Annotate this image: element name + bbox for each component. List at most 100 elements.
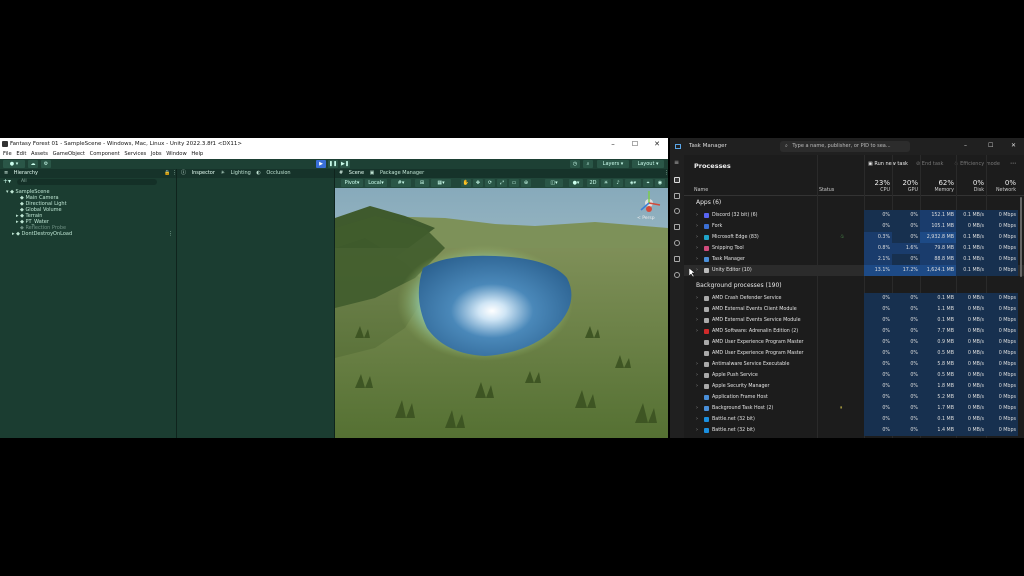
minimize-button[interactable]: – xyxy=(964,142,967,149)
menu-edit[interactable]: Edit xyxy=(16,150,26,159)
tab-hierarchy[interactable]: ≡ Hierarchy xyxy=(4,169,38,178)
grid-snap-button[interactable]: #▾ xyxy=(391,179,411,187)
process-row[interactable]: › Unity Editor (10) 13.1% 17.2% 1,624.1 MB 0.… xyxy=(684,265,1024,276)
scene-view-options-button[interactable]: ◫▾ xyxy=(545,179,563,187)
hand-tool-icon[interactable]: ✋ xyxy=(461,179,471,187)
process-row[interactable]: AMD User Experience Program Master 0% 0% 0.… xyxy=(684,337,1024,348)
expand-chevron-icon[interactable]: › xyxy=(696,425,698,436)
expand-chevron-icon[interactable]: › xyxy=(696,370,698,381)
col-gpu-pct[interactable]: 20% xyxy=(892,179,918,187)
process-row[interactable]: › AMD External Events Client Module 0% 0% 1.… xyxy=(684,304,1024,315)
shading-mode-button[interactable]: ●▾ xyxy=(569,179,583,187)
col-status[interactable]: Status xyxy=(819,188,834,193)
layers-dropdown[interactable]: Layers ▾ xyxy=(597,160,629,168)
menu-jobs[interactable]: Jobs xyxy=(151,150,162,159)
nav-services-icon[interactable] xyxy=(674,272,680,278)
nav-startup-apps-icon[interactable] xyxy=(674,224,680,230)
process-row[interactable]: › Apple Security Manager 0% 0% 1.8 MB 0 MB/s 0… xyxy=(684,381,1024,392)
menu-services[interactable]: Services xyxy=(124,150,146,159)
menu-component[interactable]: Component xyxy=(90,150,120,159)
process-row[interactable]: › Task Manager 2.1% 0% 88.8 MB 0.1 MB/s 0 Mbps xyxy=(684,254,1024,265)
background-section-header[interactable]: Background processes (190) xyxy=(696,282,782,289)
process-row[interactable]: Application Frame Host 0% 0% 5.2 MB 0 MB/s 0 … xyxy=(684,392,1024,403)
expand-chevron-icon[interactable]: › xyxy=(696,304,698,315)
persp-label[interactable]: < Persp xyxy=(637,216,655,221)
history-icon[interactable]: ◷ xyxy=(570,160,580,168)
col-name[interactable]: Name xyxy=(694,188,708,193)
tm-search-input[interactable]: ⌕ Type a name, publisher, or PID to sea.… xyxy=(780,141,910,152)
nav-processes-icon[interactable] xyxy=(674,177,680,183)
account-button[interactable]: ● ▾ xyxy=(3,160,25,168)
expand-chevron-icon[interactable]: › xyxy=(696,326,698,337)
col-cpu-pct[interactable]: 23% xyxy=(864,179,890,187)
pivot-dropdown[interactable]: Pivot▾ xyxy=(341,179,363,187)
search-icon[interactable]: ⌕ xyxy=(583,160,593,168)
process-row[interactable]: › Snipping Tool 0.8% 1.6% 79.8 MB 0.1 MB/s 0 M… xyxy=(684,243,1024,254)
expand-chevron-icon[interactable]: › xyxy=(696,254,698,265)
scene-viewport[interactable]: < Persp xyxy=(335,188,668,438)
process-row[interactable]: › Microsoft Edge (83) 0.3% 0% 2,932.8 MB 0.1 … xyxy=(684,232,1024,243)
process-row[interactable]: › AMD Software: Adrenalin Edition (2) 0% 0%… xyxy=(684,326,1024,337)
more-options-icon[interactable]: ⋯ xyxy=(1010,160,1016,167)
maximize-button[interactable]: ☐ xyxy=(624,138,646,150)
increment-snap-button[interactable]: ▦▾ xyxy=(431,179,451,187)
expand-chevron-icon[interactable]: › xyxy=(696,359,698,370)
maximize-button[interactable]: ☐ xyxy=(988,142,993,149)
nav-details-icon[interactable] xyxy=(674,256,680,262)
more-icon[interactable]: ⋮ xyxy=(664,169,668,178)
process-row[interactable]: › Battle.net (32 bit) 0% 0% 1.4 MB 0 MB/s 0 Mb… xyxy=(684,425,1024,436)
process-row[interactable]: › Background Task Host (2) 0% 0% 1.7 MB 0 MB/… xyxy=(684,403,1024,414)
process-row[interactable]: › Apple Push Service 0% 0% 0.5 MB 0 MB/s 0 Mbp… xyxy=(684,370,1024,381)
process-row[interactable]: AMD User Experience Program Master 0% 0% 0.… xyxy=(684,348,1024,359)
scrollbar-thumb[interactable] xyxy=(1020,197,1022,277)
col-memory[interactable]: Memory xyxy=(920,188,954,193)
col-cpu[interactable]: CPU xyxy=(864,188,890,193)
process-row[interactable]: › Battle.net (32 bit) 0% 0% 0.1 MB 0 MB/s 0 Mb… xyxy=(684,414,1024,425)
close-button[interactable]: ✕ xyxy=(1011,142,1016,149)
hierarchy-item-dontdestroy[interactable]: ▸ ◆ DontDestroyOnLoad ⋮ xyxy=(0,231,176,237)
scene-gizmo[interactable] xyxy=(636,190,662,216)
nav-users-icon[interactable] xyxy=(674,240,680,246)
expand-chevron-icon[interactable]: › xyxy=(696,221,698,232)
gizmos-button[interactable]: ◉ xyxy=(655,179,665,187)
more-icon[interactable]: ⋮ xyxy=(168,231,173,237)
process-row[interactable]: › AMD Crash Defender Service 0% 0% 0.1 MB 0 M… xyxy=(684,293,1024,304)
expand-chevron-icon[interactable]: › xyxy=(696,414,698,425)
2d-toggle[interactable]: 2D xyxy=(587,179,599,187)
tab-lighting[interactable]: ☀ Lighting xyxy=(221,169,251,178)
effects-toggle-button[interactable]: ◈▾ xyxy=(625,179,641,187)
process-row[interactable]: › AMD External Events Service Module 0% 0% 0… xyxy=(684,315,1024,326)
col-memory-pct[interactable]: 62% xyxy=(920,179,954,187)
menu-gameobject[interactable]: GameObject xyxy=(53,150,85,159)
menu-help[interactable]: Help xyxy=(191,150,203,159)
step-button[interactable]: ▶❚ xyxy=(340,160,350,168)
minimize-button[interactable]: – xyxy=(602,138,624,150)
play-button[interactable]: ▶ xyxy=(316,160,326,168)
efficiency-mode-button[interactable]: ♧ Efficiency mode xyxy=(954,161,1000,167)
col-network[interactable]: Network xyxy=(986,188,1016,193)
expand-chevron-icon[interactable]: › xyxy=(696,232,698,243)
collab-icon[interactable]: ⚙ xyxy=(41,160,51,168)
expand-chevron-icon[interactable]: › xyxy=(696,403,698,414)
pause-button[interactable]: ❚❚ xyxy=(328,160,338,168)
menu-file[interactable]: File xyxy=(3,150,12,159)
audio-toggle-icon[interactable]: ♪ xyxy=(613,179,623,187)
menu-window[interactable]: Window xyxy=(166,150,186,159)
expand-chevron-icon[interactable]: › xyxy=(696,210,698,221)
lighting-toggle-icon[interactable]: ☀ xyxy=(601,179,611,187)
col-disk-pct[interactable]: 0% xyxy=(956,179,984,187)
col-disk[interactable]: Disk xyxy=(956,188,984,193)
expand-chevron-icon[interactable]: › xyxy=(696,243,698,254)
expand-chevron-icon[interactable]: › xyxy=(696,315,698,326)
layout-dropdown[interactable]: Layout ▾ xyxy=(632,160,664,168)
process-row[interactable]: › Fork 0% 0% 105.1 MB 0 MB/s 0 Mbps xyxy=(684,221,1024,232)
close-button[interactable]: ✕ xyxy=(646,138,668,150)
rotate-tool-icon[interactable]: ⟳ xyxy=(485,179,495,187)
hamburger-icon[interactable]: ≡ xyxy=(674,159,679,166)
expand-chevron-icon[interactable]: › xyxy=(696,381,698,392)
nav-app-history-icon[interactable] xyxy=(674,208,680,214)
menu-assets[interactable]: Assets xyxy=(31,150,48,159)
hierarchy-search-input[interactable]: All xyxy=(17,179,157,185)
tab-inspector[interactable]: ⓘ Inspector xyxy=(181,169,215,178)
camera-icon[interactable]: ⌖ xyxy=(643,179,653,187)
